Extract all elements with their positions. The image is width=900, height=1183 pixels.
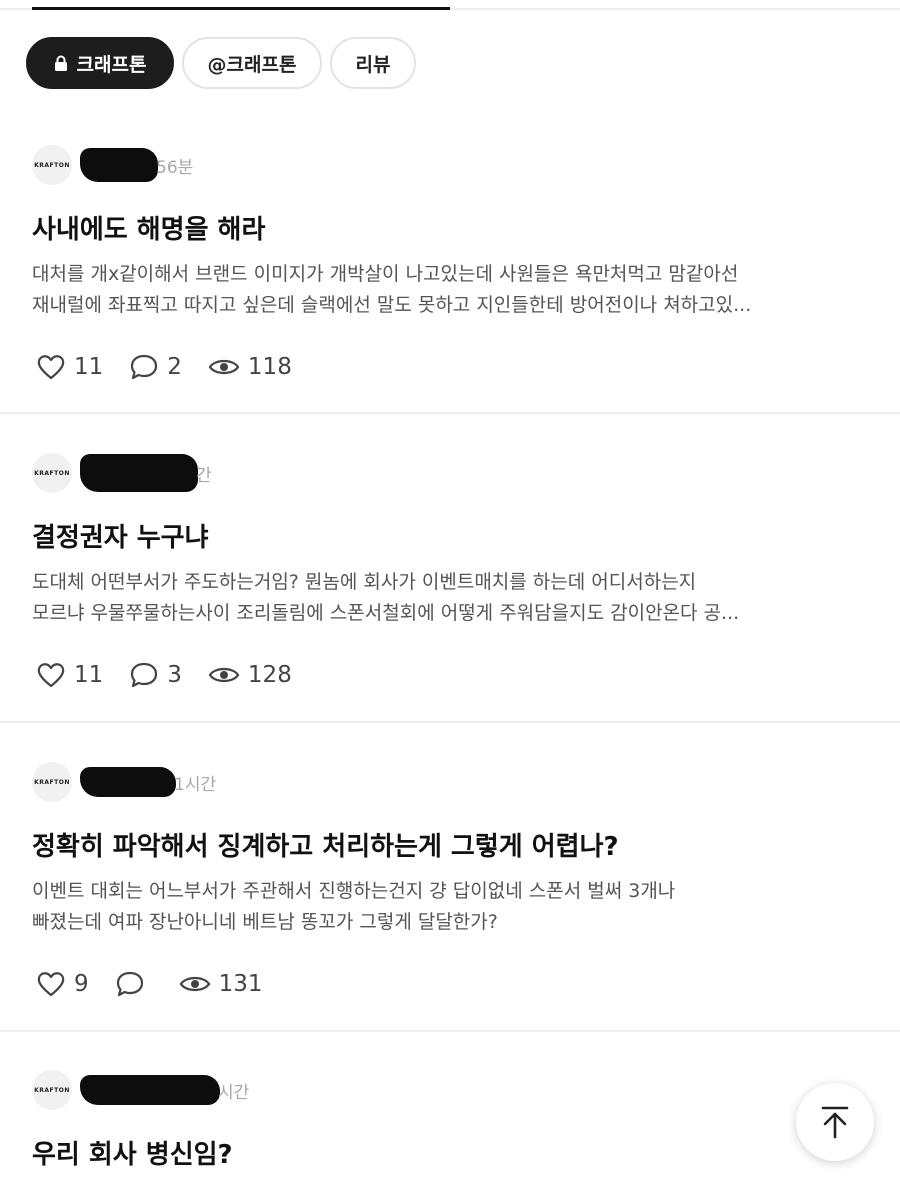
post-body-line: 대처를 개x같이해서 브랜드 이미지가 개박살이 나고있는데 사원들은 욕만처먹…	[32, 263, 739, 285]
view-count-stat: 118	[208, 354, 292, 380]
post-meta: KRAFTON 간	[32, 453, 212, 493]
post-body-line: 도대체 어떤부서가 주도하는거임? 뭔놈에 회사가 이벤트매치를 하는데 어디서…	[32, 571, 697, 593]
like-count: 9	[74, 971, 89, 997]
view-count-stat: 131	[179, 971, 263, 997]
post-body-line: 재내럴에 좌표찍고 따지고 싶은데 슬랙에선 말도 못하고 지인들한테 방어전이…	[32, 294, 752, 316]
view-count-stat: 128	[208, 662, 292, 688]
post-time: 시간	[218, 1082, 250, 1103]
post-title: 우리 회사 병신임?	[32, 1140, 233, 1170]
post-body-line: 이벤트 대회는 어느부서가 주관해서 진행하는건지 걍 답이없네 스폰서 벌써 …	[32, 880, 676, 902]
redacted-author	[80, 767, 176, 797]
post-divider	[0, 1030, 900, 1032]
chip-label: 리뷰	[355, 53, 391, 76]
comment-icon	[116, 971, 143, 997]
post-meta: KRAFTON 시간	[32, 1070, 249, 1110]
scroll-to-top-icon	[821, 1106, 849, 1139]
post-title: 결정권자 누구냐	[32, 523, 209, 553]
post-title: 사내에도 해명을 해라	[32, 215, 266, 245]
avatar[interactable]: KRAFTON	[32, 453, 72, 493]
eye-icon	[208, 359, 240, 375]
chip-at-krafton[interactable]: @크래프톤	[182, 37, 322, 89]
comment-count: 2	[167, 354, 182, 380]
post-title: 정확히 파악해서 징계하고 처리하는게 그렇게 어렵나?	[32, 832, 619, 862]
post-divider	[0, 412, 900, 414]
avatar[interactable]: KRAFTON	[32, 145, 72, 185]
view-count: 128	[247, 662, 292, 688]
comment-button[interactable]: 2	[129, 353, 182, 381]
redacted-author	[80, 1075, 220, 1105]
chip-krafton[interactable]: 크래프톤	[26, 37, 174, 89]
avatar[interactable]: KRAFTON	[32, 1070, 72, 1110]
redacted-author	[80, 148, 158, 182]
post-stats: 11 3 128	[36, 661, 318, 689]
comment-icon	[131, 354, 158, 380]
heart-icon	[37, 355, 65, 380]
scroll-to-top-button[interactable]	[796, 1083, 874, 1161]
heart-icon	[37, 972, 65, 997]
active-tab-indicator	[32, 7, 450, 10]
like-button[interactable]: 11	[36, 662, 103, 688]
view-count: 118	[247, 354, 292, 380]
post-time: 56분	[156, 157, 194, 178]
like-count: 11	[74, 662, 104, 688]
avatar[interactable]: KRAFTON	[32, 762, 72, 802]
post-time: 간	[196, 465, 212, 486]
like-button[interactable]: 9	[36, 971, 89, 997]
post-meta: KRAFTON 1시간	[32, 762, 216, 802]
heart-icon	[37, 663, 65, 688]
comment-icon	[131, 662, 158, 688]
like-button[interactable]: 11	[36, 354, 103, 380]
eye-icon	[208, 667, 240, 683]
post-body: 도대체 어떤부서가 주도하는거임? 뭔놈에 회사가 이벤트매치를 하는데 어디서…	[32, 567, 872, 629]
post-body-line: 모르냐 우물쭈물하는사이 조리돌림에 스폰서철회에 어떻게 주워담을지도 감이안…	[32, 602, 740, 624]
post-divider	[0, 721, 900, 723]
comment-count: 3	[167, 662, 182, 688]
post-time: 1시간	[174, 774, 217, 795]
post-meta: KRAFTON 56분	[32, 145, 193, 185]
post-stats: 11 2 118	[36, 353, 318, 381]
view-count: 131	[218, 971, 263, 997]
redacted-author	[80, 454, 198, 492]
chip-label: @크래프톤	[207, 53, 297, 76]
comment-button[interactable]	[115, 970, 153, 998]
post-body: 이벤트 대회는 어느부서가 주관해서 진행하는건지 걍 답이없네 스폰서 벌써 …	[32, 876, 872, 938]
filter-chips: 크래프톤 @크래프톤 리뷰	[26, 37, 416, 89]
post-body-line: 빠졌는데 여파 장난아니네 베트남 똥꼬가 그렇게 달달한가?	[32, 911, 498, 933]
like-count: 11	[74, 354, 104, 380]
comment-button[interactable]: 3	[129, 661, 182, 689]
eye-icon	[179, 976, 210, 992]
chip-review[interactable]: 리뷰	[330, 37, 416, 89]
post-stats: 9 131	[36, 970, 289, 998]
lock-icon	[54, 55, 67, 71]
post-body: 대처를 개x같이해서 브랜드 이미지가 개박살이 나고있는데 사원들은 욕만처먹…	[32, 259, 872, 321]
chip-label: 크래프톤	[76, 53, 147, 76]
